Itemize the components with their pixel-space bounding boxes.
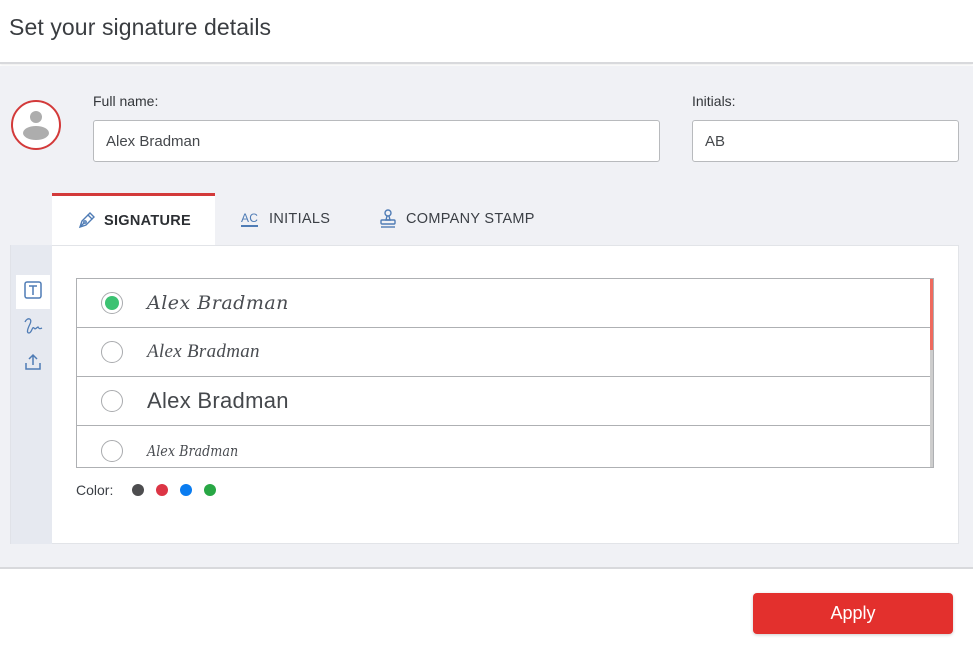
full-name-label: Full name:	[93, 93, 159, 109]
page-title: Set your signature details	[9, 14, 272, 40]
apply-button[interactable]: Apply	[753, 593, 953, 634]
initials-input[interactable]	[692, 120, 959, 162]
avatar[interactable]	[11, 100, 61, 150]
upload-tool[interactable]	[16, 347, 50, 381]
signature-option[interactable]: Alex Bradman	[77, 377, 930, 426]
signature-option[interactable]: Alex Bradman	[77, 279, 930, 328]
text-t-icon	[23, 280, 43, 305]
initials-ac-icon: AC	[240, 209, 260, 229]
signature-preview: Alex Bradman	[147, 441, 239, 460]
signature-option[interactable]: Alex Bradman	[77, 328, 930, 377]
signature-option[interactable]: Alex Bradman	[77, 426, 930, 467]
signature-preview: Alex Bradman	[147, 388, 289, 413]
avatar-head-shape	[30, 111, 42, 123]
radio-selected[interactable]	[101, 292, 123, 314]
type-text-tool[interactable]	[16, 275, 50, 309]
tab-signature[interactable]: SIGNATURE	[52, 193, 215, 245]
tab-initials-label: INITIALS	[269, 211, 331, 227]
initials-label: Initials:	[692, 93, 736, 109]
list-scrollbar[interactable]	[930, 279, 933, 467]
draw-tool[interactable]	[16, 311, 50, 345]
color-swatch-blue[interactable]	[180, 484, 192, 496]
signature-draw-icon	[22, 316, 44, 341]
color-label: Color:	[76, 482, 114, 498]
color-swatch-dark-gray[interactable]	[132, 484, 144, 496]
tab-initials[interactable]: AC INITIALS	[240, 193, 330, 245]
radio[interactable]	[101, 439, 123, 462]
tab-signature-label: SIGNATURE	[104, 212, 192, 229]
scrollbar-thumb[interactable]	[930, 279, 933, 351]
pen-nib-icon	[77, 211, 95, 230]
tab-company-stamp-label: COMPANY STAMP	[406, 211, 535, 227]
avatar-body-shape	[23, 126, 49, 140]
tab-company-stamp[interactable]: COMPANY STAMP	[379, 193, 535, 245]
radio[interactable]	[101, 390, 123, 412]
full-name-input[interactable]	[93, 120, 660, 162]
upload-icon	[23, 352, 43, 377]
radio[interactable]	[101, 341, 123, 363]
color-swatch-green[interactable]	[204, 484, 216, 496]
color-swatch-red[interactable]	[156, 484, 168, 496]
signature-preview: Alex Bradman	[147, 292, 289, 314]
signature-style-list[interactable]: Alex Bradman Alex Bradman Alex Bradman A…	[76, 278, 934, 468]
stamp-icon	[379, 209, 397, 229]
dialog-header: Set your signature details	[0, 0, 973, 64]
svg-text:AC: AC	[241, 211, 258, 225]
signature-preview: Alex Bradman	[147, 341, 260, 362]
